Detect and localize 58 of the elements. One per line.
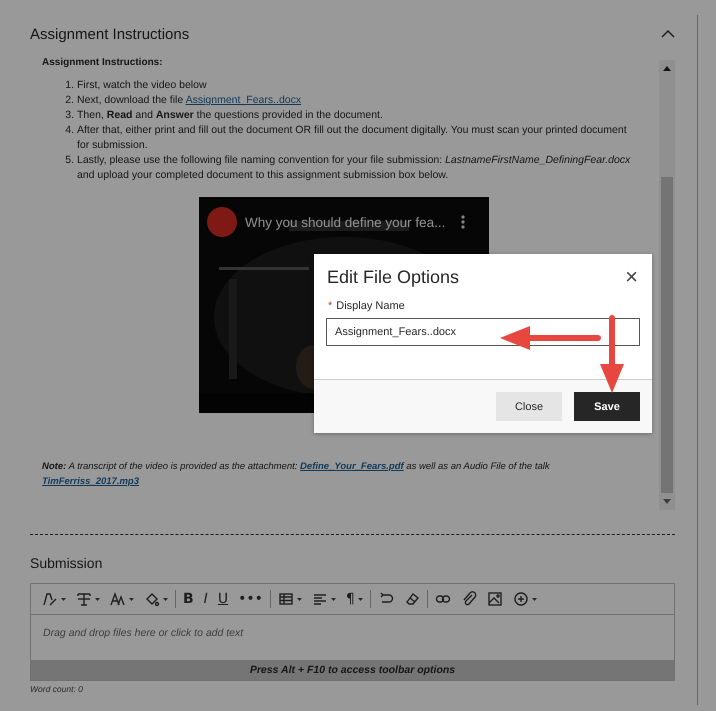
step-text: Next, download the file Assignment_Fears..docx	[77, 93, 302, 108]
caret-icon	[61, 598, 66, 600]
toolbar-hint: Press Alt + F10 to access toolbar options	[31, 660, 674, 680]
scroll-down-icon[interactable]	[663, 499, 671, 504]
section-title: Assignment Instructions	[30, 26, 190, 42]
field-label: Display Name	[336, 300, 405, 312]
scrollbar[interactable]	[659, 60, 675, 510]
font-size-icon	[110, 591, 126, 607]
image-icon	[486, 591, 503, 607]
step-text: First, watch the video below	[77, 78, 208, 93]
text-editor[interactable]: B I U ••• ¶ Drag and drop files here or click to add text Press Alt + F10 to access toolbar options	[30, 583, 675, 681]
required-mark: *	[328, 300, 332, 312]
caret-icon	[330, 598, 336, 600]
logo-icon	[207, 207, 237, 237]
close-button[interactable]: ×	[621, 266, 642, 288]
more-icon[interactable]	[461, 215, 465, 229]
pen-icon	[42, 591, 58, 607]
format-button[interactable]: U	[212, 587, 234, 611]
step-number: 4.	[64, 123, 74, 138]
plus-circle-icon	[512, 591, 529, 607]
caret-icon	[95, 598, 100, 600]
close-button[interactable]: Close	[496, 392, 562, 421]
word-count: Word count: 0	[30, 684, 84, 694]
file-link[interactable]: Define_Your_Fears.pdf	[300, 461, 404, 472]
format-button[interactable]: ¶	[340, 587, 368, 611]
save-button[interactable]: Save	[574, 392, 640, 421]
paint-bucket-icon	[144, 591, 160, 607]
format-button[interactable]: •••	[233, 587, 268, 611]
step-number: 5.	[64, 153, 74, 168]
step-number: 3.	[64, 108, 74, 123]
dialog-title: Edit File Options	[327, 266, 460, 288]
file-link[interactable]: TimFerriss_2017.mp3	[42, 476, 139, 487]
format-button[interactable]: B	[178, 587, 199, 611]
caret-icon	[532, 598, 537, 600]
caret-icon	[296, 598, 302, 600]
paperclip-icon	[460, 591, 477, 607]
caret-icon	[129, 598, 134, 600]
note-text: Note: A transcript of the video is provided as the attachment: Define_Your_Fears.pdf as well as an Audio File of the talk TimFerriss_2017.mp3	[42, 460, 551, 489]
caret-icon	[163, 598, 168, 600]
chevron-icon[interactable]	[661, 30, 675, 38]
input-field[interactable]: Assignment_Fears..docx	[326, 318, 640, 346]
format-button[interactable]: I	[198, 587, 213, 611]
caret-icon	[358, 598, 363, 600]
step-text: Then, Read and Answer the questions provided in the document.	[77, 108, 384, 123]
editor-placeholder: Drag and drop files here or click to add text	[43, 627, 244, 639]
eraser-icon	[404, 591, 420, 607]
scroll-up-icon[interactable]	[663, 66, 671, 71]
table-icon	[278, 591, 294, 607]
step-number: 2.	[64, 93, 74, 108]
text-style-icon	[76, 591, 92, 607]
step-text: Lastly, please use the following file naming convention for your file submission: LastnameFirstName_DefiningFear.docx and upload your completed document to this assignment submission box below.	[77, 153, 632, 183]
content-heading: Assignment Instructions:	[42, 58, 164, 68]
section-title: Submission	[30, 555, 104, 571]
scroll-thumb[interactable]	[661, 177, 673, 493]
file-link[interactable]: Assignment_Fears..docx	[186, 94, 302, 106]
video-title: Why you should define your fea...	[245, 214, 446, 230]
step-number: 1.	[64, 78, 74, 93]
step-text: After that, either print and fill out the document OR fill out the document digitally. You must scan your printed document for submission.	[77, 123, 628, 153]
